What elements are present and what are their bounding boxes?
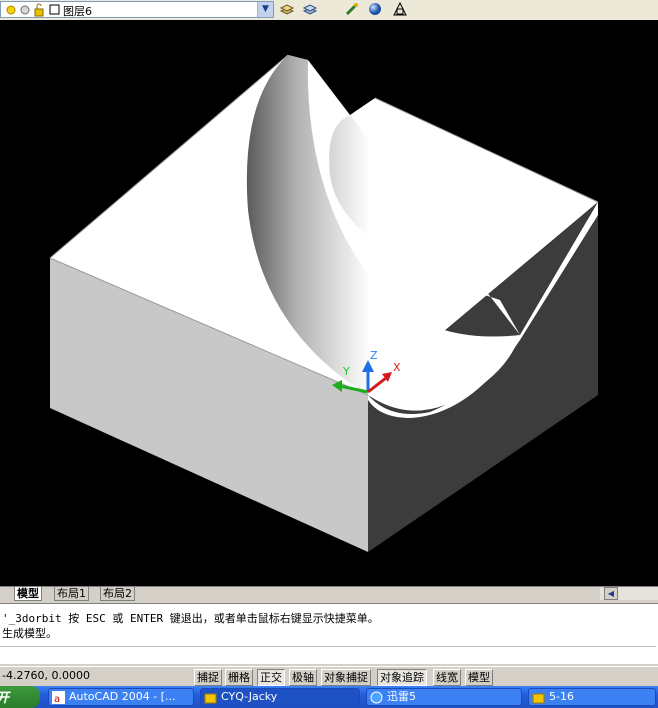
task-label: 5-16 bbox=[549, 690, 574, 703]
tab-layout2[interactable]: 布局2 bbox=[100, 587, 135, 601]
osnap-toggle[interactable]: 对象捕捉 bbox=[321, 669, 371, 686]
model-3d-view: Z Y X bbox=[49, 54, 599, 552]
snap-toggle[interactable]: 捕捉 bbox=[194, 669, 222, 686]
status-bar: -4.2760, 0.0000 捕捉 栅格 正交 极轴 对象捕捉 对象追踪 线宽… bbox=[0, 666, 658, 687]
tab-model[interactable]: 模型 bbox=[14, 587, 42, 601]
start-button[interactable]: 开 bbox=[0, 686, 40, 708]
windows-taskbar: 开 a AutoCAD 2004 - [... CYQ-Jacky 迅雷5 5-… bbox=[0, 686, 658, 708]
lineweight-toggle[interactable]: 线宽 bbox=[433, 669, 461, 686]
ucs-z-label: Z bbox=[370, 349, 378, 362]
ortho-toggle[interactable]: 正交 bbox=[257, 669, 285, 686]
command-input[interactable] bbox=[0, 646, 656, 663]
scroll-left-icon[interactable]: ◀ bbox=[604, 587, 618, 600]
autocad-app-icon: a bbox=[52, 691, 65, 704]
layout-tabs-bar: 模型 布局1 布局2 ◀ bbox=[0, 586, 658, 601]
layer-manager-icon[interactable] bbox=[279, 1, 295, 17]
task-autocad[interactable]: a AutoCAD 2004 - [... bbox=[48, 688, 194, 706]
task-cyq-jacky[interactable]: CYQ-Jacky bbox=[200, 688, 360, 706]
chevron-down-icon[interactable]: ▼ bbox=[257, 2, 273, 17]
drawing-viewport[interactable]: Z Y X bbox=[0, 20, 658, 586]
command-history-line: '_3dorbit 按 ESC 或 ENTER 键退出，或者单击鼠标右键显示快捷… bbox=[2, 612, 379, 625]
task-label: CYQ-Jacky bbox=[221, 690, 278, 703]
task-xunlei[interactable]: 迅雷5 bbox=[366, 688, 522, 706]
start-label: 开 bbox=[0, 687, 9, 706]
layer-dropdown[interactable]: 图层6 ▼ bbox=[0, 1, 274, 18]
otrack-toggle[interactable]: 对象追踪 bbox=[377, 669, 427, 686]
coordinate-readout: -4.2760, 0.0000 bbox=[2, 669, 90, 682]
ucs-x-label: X bbox=[393, 361, 401, 374]
task-label: 迅雷5 bbox=[387, 690, 416, 703]
folder-icon bbox=[204, 693, 217, 704]
layer-toolbar: 图层6 ▼ bbox=[0, 0, 658, 21]
svg-text:a: a bbox=[54, 694, 60, 704]
layer-previous-icon[interactable] bbox=[302, 1, 318, 17]
horizontal-scrollbar[interactable]: ◀ bbox=[600, 587, 658, 600]
polar-toggle[interactable]: 极轴 bbox=[289, 669, 317, 686]
tab-layout1[interactable]: 布局1 bbox=[54, 587, 89, 601]
ucs-y-label: Y bbox=[342, 365, 350, 378]
model-toggle[interactable]: 模型 bbox=[465, 669, 493, 686]
xunlei-app-icon bbox=[370, 691, 383, 704]
command-history-line: 生成模型。 bbox=[2, 627, 57, 640]
task-folder-5-16[interactable]: 5-16 bbox=[528, 688, 656, 706]
layer-name: 图层6 bbox=[63, 5, 92, 18]
properties-icon[interactable] bbox=[344, 1, 360, 17]
grid-toggle[interactable]: 栅格 bbox=[225, 669, 253, 686]
folder-icon bbox=[532, 693, 545, 704]
lock-icon[interactable] bbox=[31, 2, 47, 18]
triangle-icon[interactable] bbox=[392, 1, 408, 17]
render-sphere-icon[interactable] bbox=[367, 1, 383, 17]
color-square-icon[interactable] bbox=[47, 2, 63, 18]
command-window: '_3dorbit 按 ESC 或 ENTER 键退出，或者单击鼠标右键显示快捷… bbox=[0, 603, 658, 664]
task-label: AutoCAD 2004 - [... bbox=[69, 690, 176, 703]
